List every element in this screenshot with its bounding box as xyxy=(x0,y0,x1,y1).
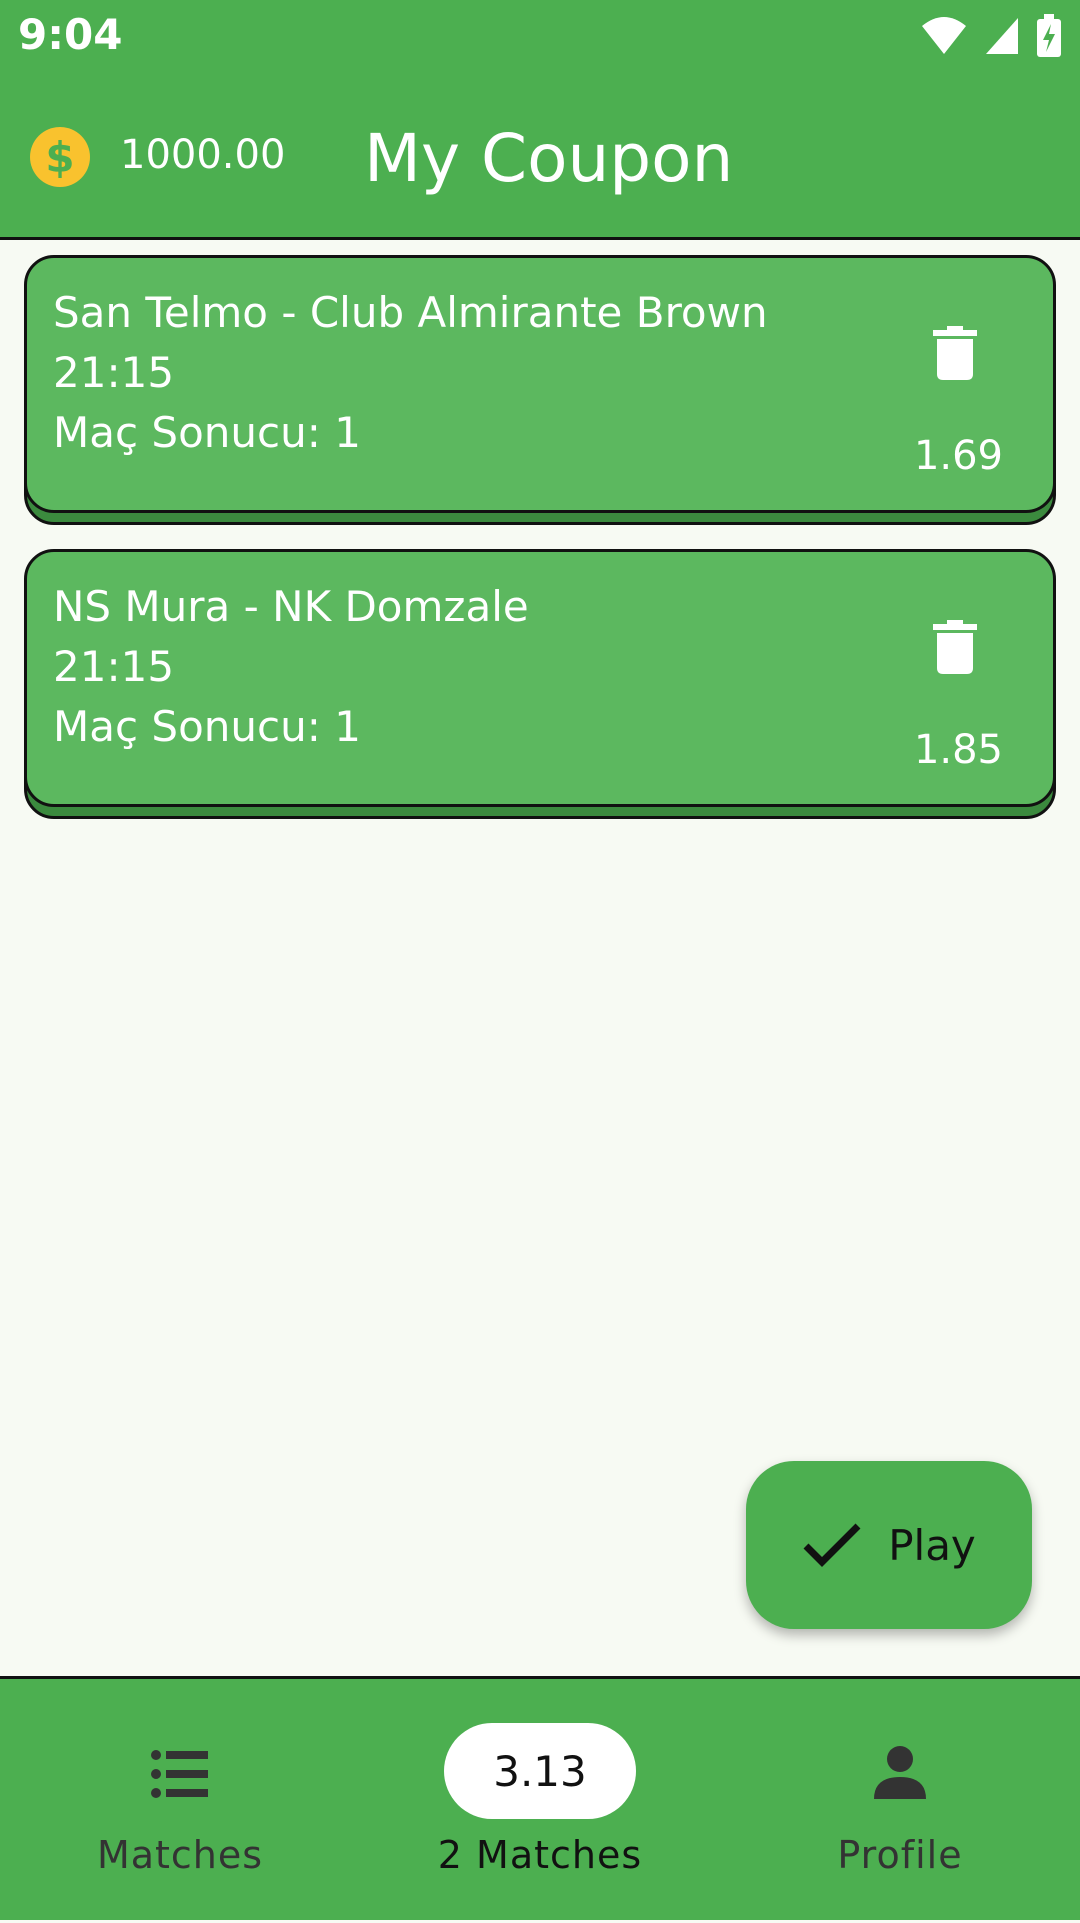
coupon-card: San Telmo - Club Almirante Brown 21:15 M… xyxy=(24,255,1056,513)
status-icons xyxy=(920,14,1062,58)
list-icon xyxy=(151,1750,208,1798)
bottom-nav: Matches 3.13 2 Matches Profile xyxy=(0,1676,1080,1920)
page-title: My Coupon xyxy=(364,120,734,197)
person-icon xyxy=(874,1746,926,1799)
play-button-label: Play xyxy=(888,1520,976,1570)
wifi-icon xyxy=(922,17,966,54)
nav-profile[interactable]: Profile xyxy=(720,1679,1080,1923)
match-teams: San Telmo - Club Almirante Brown xyxy=(53,288,768,337)
coupon-item: NS Mura - NK Domzale 21:15 Maç Sonucu: 1… xyxy=(24,549,1056,819)
play-button[interactable]: Play xyxy=(746,1461,1032,1629)
coin-icon: $ xyxy=(30,127,90,187)
check-icon xyxy=(803,1523,861,1567)
odds-value: 1.69 xyxy=(913,433,1003,479)
match-time: 21:15 xyxy=(53,348,175,397)
coupon-card: NS Mura - NK Domzale 21:15 Maç Sonucu: 1… xyxy=(24,549,1056,807)
match-teams: NS Mura - NK Domzale xyxy=(53,582,529,631)
trash-icon[interactable] xyxy=(933,326,977,380)
odds-value: 1.85 xyxy=(913,727,1003,773)
battery-icon xyxy=(1037,14,1061,57)
nav-profile-label: Profile xyxy=(837,1833,963,1877)
match-time: 21:15 xyxy=(53,642,175,691)
status-time: 9:04 xyxy=(18,10,123,59)
total-odds-badge: 3.13 xyxy=(444,1723,636,1819)
signal-icon xyxy=(986,18,1018,54)
nav-coupon-label: 2 Matches xyxy=(437,1833,643,1877)
balance-amount: 1000.00 xyxy=(120,132,286,178)
trash-icon[interactable] xyxy=(933,620,977,674)
nav-matches[interactable]: Matches xyxy=(0,1679,360,1923)
app-bar: $ 1000.00 My Coupon xyxy=(0,72,1080,240)
nav-matches-label: Matches xyxy=(96,1833,264,1877)
status-bar: 9:04 xyxy=(0,0,1080,72)
bet-market: Maç Sonucu: 1 xyxy=(53,702,361,751)
coupon-item: San Telmo - Club Almirante Brown 21:15 M… xyxy=(24,255,1056,525)
bet-market: Maç Sonucu: 1 xyxy=(53,408,361,457)
nav-coupon[interactable]: 3.13 2 Matches xyxy=(360,1679,720,1923)
